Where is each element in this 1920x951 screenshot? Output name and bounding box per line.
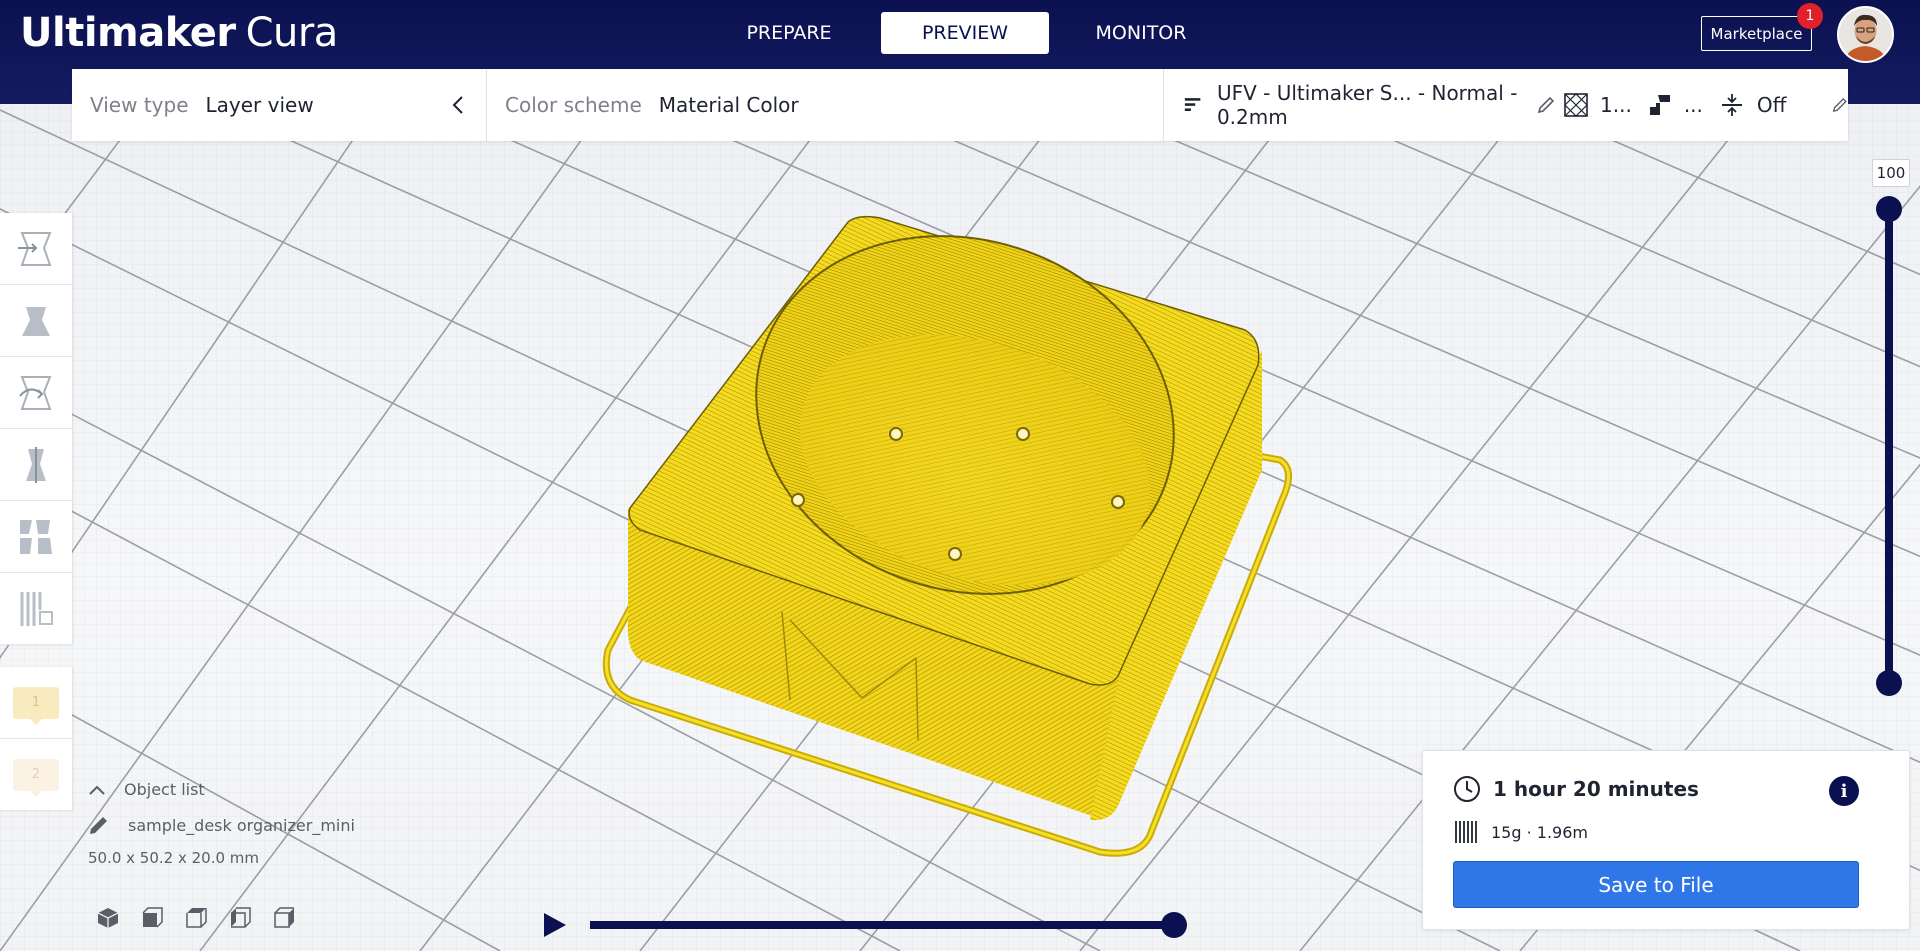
tool-strip: [0, 213, 72, 645]
adhesion-value: Off: [1756, 93, 1787, 117]
account-avatar[interactable]: [1837, 6, 1894, 63]
extruder-selector: 1 2: [0, 667, 72, 811]
3d-view-icon[interactable]: [96, 906, 120, 930]
object-list-item[interactable]: sample_desk organizer_mini: [88, 814, 488, 836]
support-icon: [1649, 95, 1670, 115]
extruder-1-button[interactable]: 1: [0, 667, 72, 739]
object-name: sample_desk organizer_mini: [128, 815, 355, 835]
rotate-icon: [19, 375, 52, 410]
logo-brand: Ultimaker: [20, 10, 236, 56]
chevron-left-icon[interactable]: [452, 95, 464, 115]
chevron-up-icon: [89, 785, 105, 795]
pencil-icon: [90, 817, 107, 834]
color-scheme-label: Color scheme: [505, 93, 642, 117]
top-view-icon[interactable]: [184, 906, 208, 930]
color-scheme-selector[interactable]: Color scheme Material Color: [487, 69, 1555, 141]
extruder-2-button[interactable]: 2: [0, 739, 72, 811]
camera-view-buttons: [96, 906, 296, 930]
avatar-image: [1839, 8, 1892, 61]
profile-icon: [1184, 98, 1201, 112]
logo-product: Cura: [245, 10, 339, 56]
infill-icon: [1564, 93, 1588, 117]
profile-value: UFV - Ultimaker S... - Normal - 0.2mm: [1216, 81, 1518, 129]
mirror-icon: [26, 446, 46, 483]
app-logo: Ultimaker Cura: [20, 8, 338, 58]
filament-icon: [1455, 821, 1477, 843]
adhesion-icon: [1721, 94, 1742, 116]
adhesion-item[interactable]: Off: [1721, 93, 1787, 117]
layer-upper-handle[interactable]: [1876, 196, 1902, 222]
notification-badge: 1: [1797, 3, 1823, 29]
view-type-selector[interactable]: View type Layer view: [72, 69, 487, 141]
play-icon[interactable]: [544, 913, 566, 937]
layer-playback: [540, 905, 1190, 945]
mirror-tool-button[interactable]: [0, 429, 72, 501]
print-information-panel: 1 hour 20 minutes 15g · 1.96m i Save to …: [1422, 750, 1910, 930]
material-usage-value: 15g · 1.96m: [1491, 822, 1588, 842]
object-list-toggle[interactable]: Object list: [88, 780, 488, 799]
save-to-file-button[interactable]: Save to File: [1453, 861, 1859, 908]
view-type-value: Layer view: [205, 93, 314, 117]
extruder-2-label: 2: [13, 758, 59, 797]
left-view-icon[interactable]: [228, 906, 252, 930]
print-info-button[interactable]: i: [1829, 776, 1859, 806]
per-model-settings-icon: [20, 519, 52, 554]
profile-item[interactable]: UFV - Ultimaker S... - Normal - 0.2mm: [1184, 81, 1542, 129]
edit-settings-pencil-icon[interactable]: [1832, 96, 1848, 114]
stage-tabs: PREPARE PREVIEW MONITOR: [705, 12, 1233, 54]
print-time-value: 1 hour 20 minutes: [1493, 777, 1699, 801]
front-view-icon[interactable]: [140, 906, 164, 930]
support-blocker-icon: [20, 591, 53, 626]
layer-slider[interactable]: 100: [1868, 159, 1910, 699]
support-blocker-button[interactable]: [0, 573, 72, 645]
tab-prepare[interactable]: PREPARE: [705, 12, 873, 54]
move-tool-button[interactable]: [0, 213, 72, 285]
layer-lower-handle[interactable]: [1876, 670, 1902, 696]
move-icon: [18, 231, 52, 266]
scale-icon: [22, 306, 50, 336]
infill-value: 1...: [1600, 93, 1632, 117]
tab-preview[interactable]: PREVIEW: [881, 12, 1049, 54]
playback-track: [544, 912, 1187, 938]
support-item[interactable]: ...: [1648, 93, 1703, 117]
playback-handle[interactable]: [1161, 912, 1187, 938]
per-model-settings-button[interactable]: [0, 501, 72, 573]
layer-slider-track: [1876, 196, 1902, 696]
support-value: ...: [1683, 93, 1703, 117]
marketplace-button[interactable]: Marketplace: [1701, 16, 1812, 51]
print-time: 1 hour 20 minutes: [1453, 775, 1699, 803]
view-type-label: View type: [90, 93, 189, 117]
object-list: Object list sample_desk organizer_mini 5…: [88, 780, 488, 867]
extruder-1-label: 1: [13, 686, 59, 725]
material-usage: 15g · 1.96m: [1453, 819, 1588, 845]
color-scheme-value: Material Color: [658, 93, 799, 117]
clock-icon: [1454, 776, 1480, 802]
rotate-tool-button[interactable]: [0, 357, 72, 429]
object-dimensions: 50.0 x 50.2 x 20.0 mm: [88, 849, 260, 867]
print-settings-selector[interactable]: UFV - Ultimaker S... - Normal - 0.2mm 1.…: [1164, 69, 1848, 141]
scale-tool-button[interactable]: [0, 285, 72, 357]
view-toolbar: View type Layer view Color scheme Materi…: [72, 69, 1848, 141]
infill-item[interactable]: 1...: [1564, 93, 1632, 117]
right-view-icon[interactable]: [272, 906, 296, 930]
tab-monitor[interactable]: MONITOR: [1057, 12, 1225, 54]
object-list-header: Object list: [124, 780, 205, 799]
